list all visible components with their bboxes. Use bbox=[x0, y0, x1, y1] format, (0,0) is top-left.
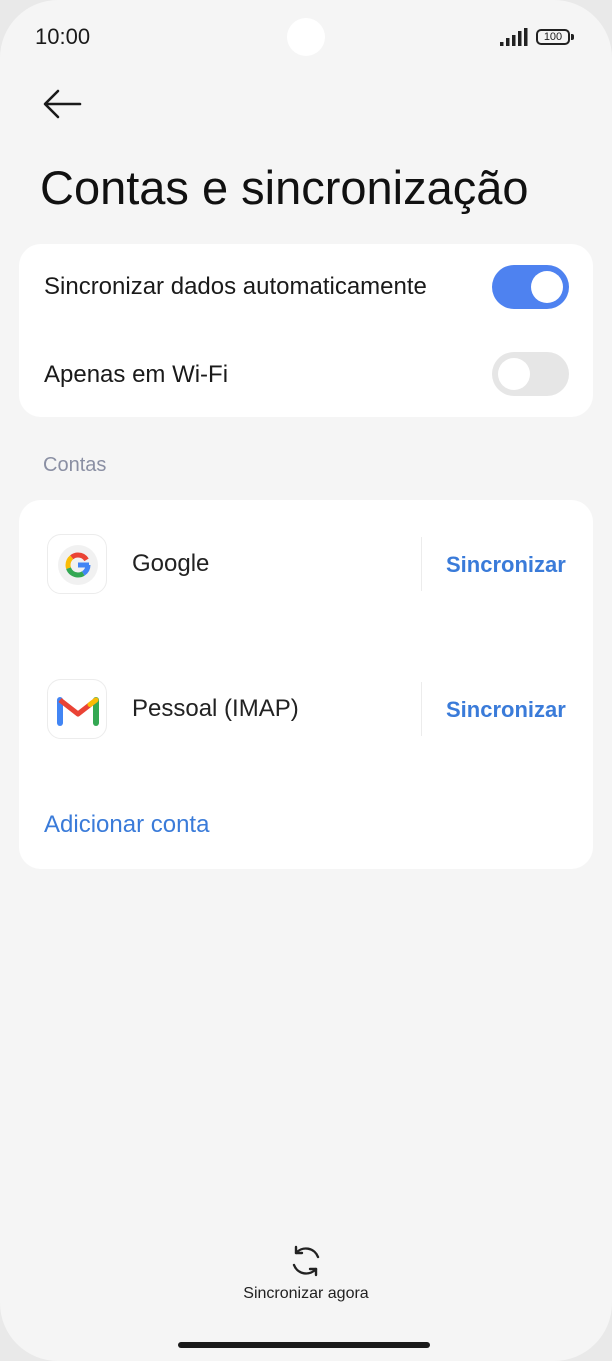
status-bar: 10:00 100 bbox=[0, 0, 612, 76]
accounts-section-header: Contas bbox=[43, 454, 107, 476]
google-account-name: Google bbox=[132, 550, 210, 577]
divider bbox=[421, 537, 422, 591]
gmail-icon bbox=[47, 679, 107, 739]
toggle-knob bbox=[498, 358, 530, 390]
front-camera bbox=[287, 18, 325, 56]
divider bbox=[421, 682, 422, 736]
status-time: 10:00 bbox=[35, 24, 91, 49]
phone-screen: 10:00 100 Contas e sincronização Sincron… bbox=[0, 0, 612, 1361]
accounts-card: Google Sincronizar Pessoal (IMAP) Sincro… bbox=[19, 500, 593, 869]
auto-sync-toggle[interactable] bbox=[492, 265, 569, 309]
wifi-only-label: Apenas em Wi-Fi bbox=[44, 361, 229, 388]
sync-now-label: Sincronizar agora bbox=[243, 1285, 369, 1302]
google-sync-button[interactable]: Sincronizar bbox=[446, 552, 566, 578]
toggle-knob bbox=[531, 271, 563, 303]
auto-sync-label: Sincronizar dados automaticamente bbox=[44, 273, 427, 300]
back-button[interactable] bbox=[40, 86, 84, 122]
signal-icon bbox=[500, 28, 528, 46]
sync-now-button[interactable]: Sincronizar agora bbox=[0, 1243, 612, 1303]
home-indicator[interactable] bbox=[178, 1342, 430, 1348]
add-account-button[interactable]: Adicionar conta bbox=[44, 811, 209, 839]
sync-settings-card: Sincronizar dados automaticamente Apenas… bbox=[19, 244, 593, 417]
imap-account-name: Pessoal (IMAP) bbox=[132, 695, 299, 722]
imap-sync-button[interactable]: Sincronizar bbox=[446, 697, 566, 723]
page-title: Contas e sincronização bbox=[40, 161, 529, 214]
sync-icon bbox=[292, 1245, 320, 1277]
wifi-only-toggle[interactable] bbox=[492, 352, 569, 396]
back-arrow-icon bbox=[43, 89, 82, 119]
battery-icon: 100 bbox=[536, 29, 570, 45]
battery-tip bbox=[571, 34, 574, 40]
google-icon bbox=[47, 534, 107, 594]
